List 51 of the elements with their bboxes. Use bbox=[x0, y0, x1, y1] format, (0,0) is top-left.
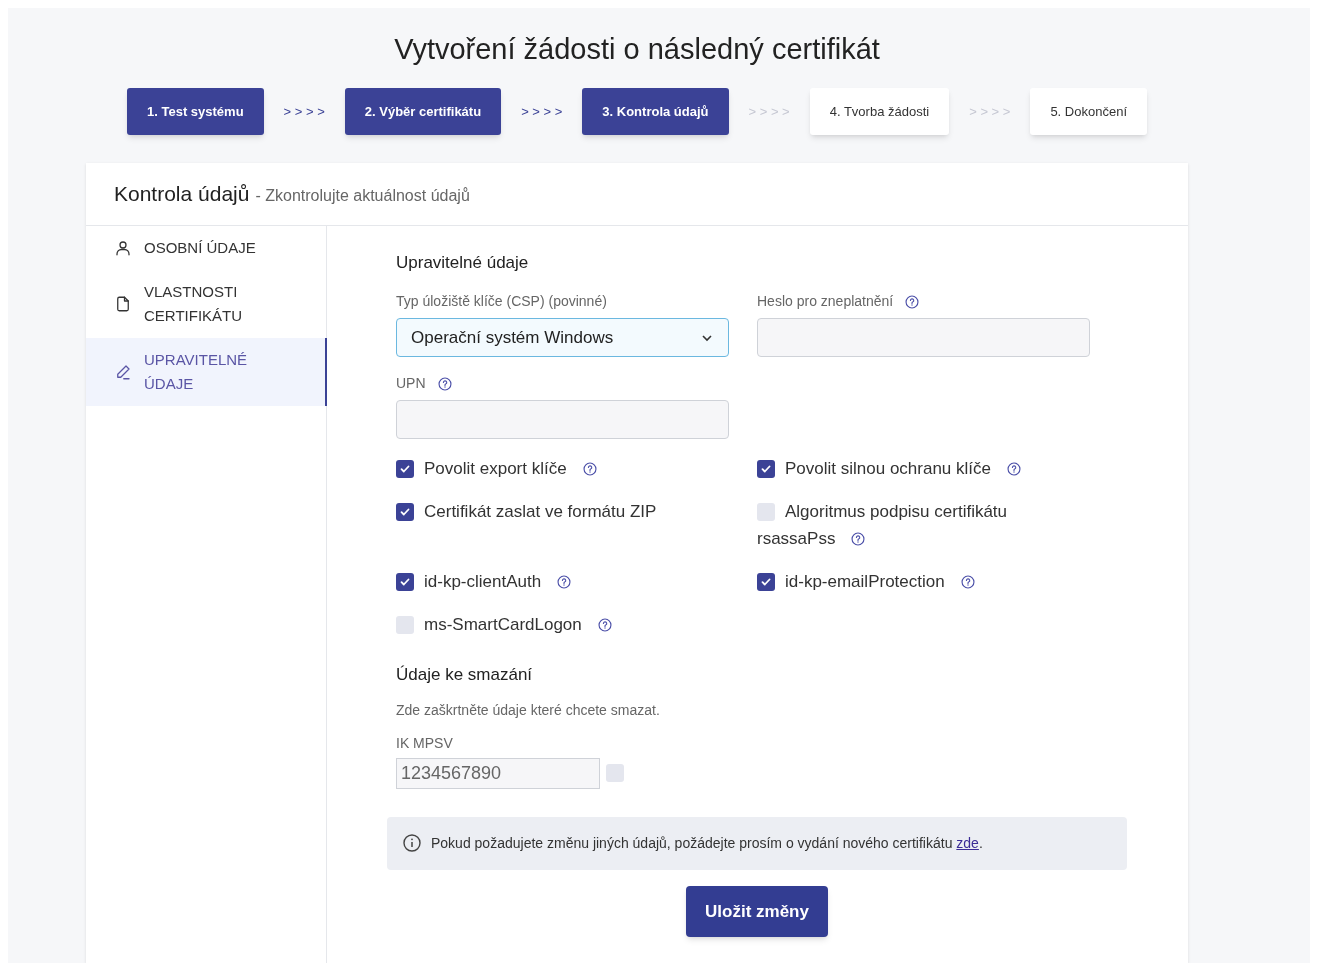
checkbox-label: ms-SmartCardLogon bbox=[424, 614, 582, 636]
save-button[interactable]: Uložit změny bbox=[686, 885, 828, 937]
checkbox[interactable] bbox=[396, 502, 414, 521]
input-field[interactable]: 1234567890 bbox=[396, 757, 600, 789]
checkbox[interactable] bbox=[396, 459, 414, 478]
hint-text: Zde zaškrtněte údaje které chcete smazat. bbox=[396, 700, 661, 720]
step-separator: > > > > bbox=[283, 102, 325, 121]
select-field[interactable]: Operační systém Windows bbox=[396, 318, 729, 357]
person-icon bbox=[114, 238, 132, 257]
help-icon[interactable] bbox=[1007, 461, 1021, 476]
input-field[interactable] bbox=[396, 400, 729, 439]
checkbox[interactable] bbox=[396, 572, 414, 591]
sidebar-item[interactable]: OSOBNÍ ÚDAJE bbox=[86, 225, 326, 270]
notice-link[interactable]: zde bbox=[956, 834, 979, 851]
checkbox-label: Algoritmus podpisu certifikátu bbox=[785, 501, 1008, 523]
checkbox-label: Povolit silnou ochranu klíče bbox=[785, 458, 991, 480]
card-title: Kontrola údajů bbox=[114, 181, 250, 207]
field-label: Typ úložiště klíče (CSP) (povinné) bbox=[396, 292, 607, 311]
checkbox-label: Certifikát zaslat ve formátu ZIP bbox=[424, 501, 657, 523]
help-icon[interactable] bbox=[437, 376, 452, 391]
checkbox-label: Povolit export klíče bbox=[424, 458, 567, 480]
checkbox[interactable] bbox=[757, 572, 775, 591]
checkbox-label: rsassaPss bbox=[757, 528, 836, 550]
field-label: IK MPSV bbox=[396, 733, 454, 753]
help-icon[interactable] bbox=[851, 531, 866, 546]
step-separator: > > > > bbox=[969, 102, 1011, 121]
info-icon bbox=[403, 834, 421, 852]
card-subtitle: - Zkontrolujte aktuálnost údajů bbox=[255, 186, 470, 206]
help-icon[interactable] bbox=[582, 461, 597, 476]
help-icon[interactable] bbox=[597, 617, 612, 632]
step-separator: > > > > bbox=[521, 102, 563, 121]
checkbox[interactable] bbox=[757, 459, 775, 478]
page-title: Vytvoření žádosti o následný certifikát bbox=[394, 32, 880, 67]
document-icon bbox=[114, 294, 132, 313]
checkbox-label: id-kp-clientAuth bbox=[424, 571, 542, 593]
help-icon[interactable] bbox=[905, 294, 920, 309]
input-field[interactable] bbox=[757, 318, 1090, 357]
help-icon[interactable] bbox=[557, 574, 572, 589]
checkbox[interactable] bbox=[757, 502, 775, 521]
sidebar-item[interactable]: UPRAVITELNÉ ÚDAJE bbox=[86, 337, 327, 406]
checkbox[interactable] bbox=[396, 615, 414, 634]
checkbox[interactable] bbox=[606, 764, 624, 782]
field-label: Heslo pro zneplatnění bbox=[757, 292, 894, 311]
checkbox-label: id-kp-emailProtection bbox=[785, 571, 945, 593]
help-icon[interactable] bbox=[960, 574, 975, 589]
field-label: UPN bbox=[396, 374, 426, 393]
notice-text: Pokud požadujete změnu jiných údajů, požádejte prosím o vydání nového certifikátu zde. bbox=[431, 833, 983, 853]
sidebar-item[interactable]: VLASTNOSTI CERTIFIKÁTU bbox=[86, 269, 326, 338]
section-heading: Upravitelné údaje bbox=[396, 251, 530, 274]
section-heading: Údaje ke smazání bbox=[396, 664, 534, 686]
step-separator: > > > > bbox=[748, 102, 790, 121]
